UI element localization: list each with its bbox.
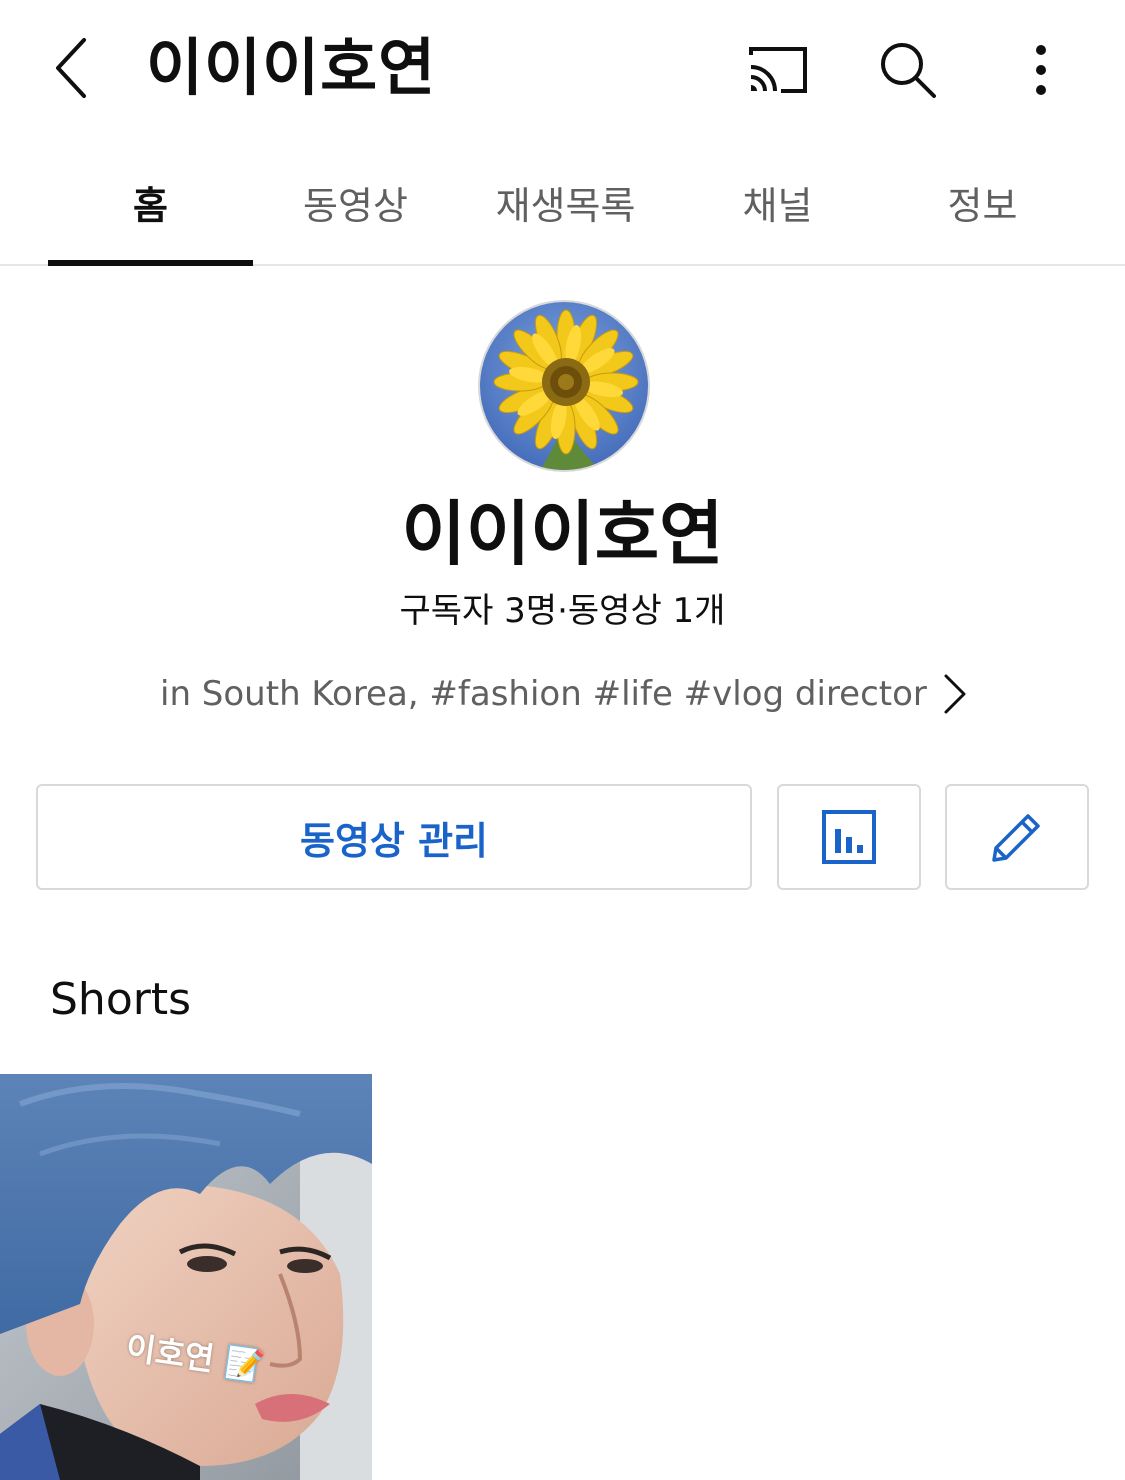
tab-about[interactable]: 정보 bbox=[880, 140, 1085, 264]
tab-label: 재생목록 bbox=[495, 183, 636, 228]
short-thumbnail-image bbox=[0, 1074, 372, 1480]
active-tab-indicator bbox=[48, 260, 253, 266]
short-video-thumbnail[interactable] bbox=[0, 1074, 372, 1480]
sunflower-avatar bbox=[480, 302, 648, 470]
tab-label: 홈 bbox=[133, 183, 168, 228]
channel-description: in South Korea, #fashion #life #vlog dir… bbox=[160, 674, 927, 714]
tab-channels[interactable]: 채널 bbox=[675, 140, 880, 264]
shorts-section-title: Shorts bbox=[50, 974, 192, 1025]
tab-label: 정보 bbox=[947, 183, 1018, 228]
page-title: 이이이호연 bbox=[146, 31, 437, 104]
back-button[interactable] bbox=[40, 28, 104, 108]
tab-label: 채널 bbox=[742, 183, 813, 228]
manage-videos-label: 동영상 관리 bbox=[299, 818, 489, 863]
channel-description-link[interactable]: in South Korea, #fashion #life #vlog dir… bbox=[0, 664, 1125, 724]
search-button[interactable] bbox=[868, 30, 948, 110]
analytics-button[interactable] bbox=[777, 784, 921, 890]
tab-videos[interactable]: 동영상 bbox=[253, 140, 458, 264]
tab-home[interactable]: 홈 bbox=[48, 140, 253, 266]
edit-channel-button[interactable] bbox=[945, 784, 1089, 890]
search-icon bbox=[881, 43, 936, 98]
channel-stats: 구독자 3명·동영상 1개 bbox=[399, 591, 726, 631]
app-bar: 이이이호연 bbox=[0, 0, 1125, 140]
tab-playlists[interactable]: 재생목록 bbox=[458, 140, 673, 264]
channel-tabs: 홈 동영상 재생목록 채널 정보 bbox=[0, 140, 1125, 266]
bar-chart-icon bbox=[822, 810, 876, 864]
tab-label: 동영상 bbox=[303, 183, 408, 228]
manage-videos-button[interactable]: 동영상 관리 bbox=[36, 784, 752, 890]
cast-icon bbox=[749, 47, 807, 93]
pencil-icon bbox=[992, 814, 1040, 862]
more-vertical-icon bbox=[1036, 45, 1046, 95]
more-options-button[interactable] bbox=[1001, 30, 1081, 110]
cast-button[interactable] bbox=[737, 30, 817, 110]
chevron-left-icon bbox=[56, 38, 86, 98]
channel-name: 이이이호연 bbox=[401, 493, 724, 575]
chevron-right-icon bbox=[944, 674, 966, 714]
avatar[interactable] bbox=[478, 300, 650, 472]
